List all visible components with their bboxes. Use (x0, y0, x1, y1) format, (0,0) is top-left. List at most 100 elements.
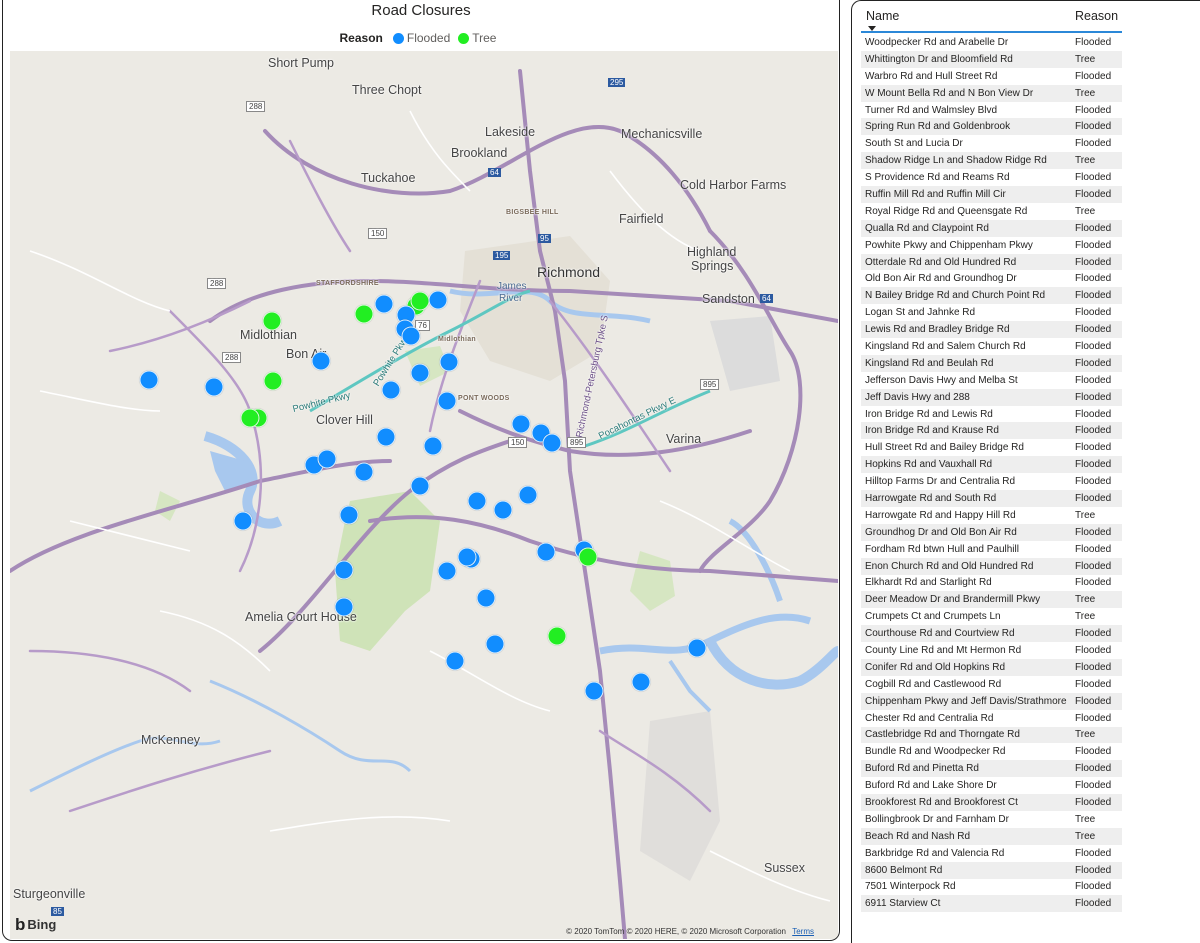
closure-marker-flooded[interactable] (584, 681, 604, 701)
table-row[interactable]: Fordham Rd btwn Hull and Paulhill Flooded (861, 540, 1122, 558)
closure-marker-flooded[interactable] (511, 414, 531, 434)
closure-marker-flooded[interactable] (428, 290, 448, 310)
terms-link[interactable]: Terms (792, 927, 814, 936)
table-row[interactable]: Powhite Pkwy and Chippenham Pkwy Flooded (861, 236, 1122, 254)
closure-marker-flooded[interactable] (485, 634, 505, 654)
closure-marker-flooded[interactable] (374, 294, 394, 314)
legend-item-tree[interactable]: Tree (458, 31, 496, 45)
closure-marker-flooded[interactable] (493, 500, 513, 520)
table-row[interactable]: Spring Run Rd and Goldenbrook Flooded (861, 118, 1122, 136)
table-row[interactable]: Kingsland Rd and Salem Church Rd Flooded (861, 338, 1122, 355)
closure-marker-tree[interactable] (263, 371, 283, 391)
table-row[interactable]: Qualla Rd and Claypoint Rd Flooded (861, 219, 1122, 237)
table-row[interactable]: Woodpecker Rd and Arabelle Dr Flooded (861, 34, 1122, 51)
cell-name: Chester Rd and Centralia Rd (865, 712, 994, 724)
table-row[interactable]: Deer Meadow Dr and Brandermill Pkwy Tree (861, 591, 1122, 609)
closure-marker-tree[interactable] (262, 311, 282, 331)
table-row[interactable]: Kingsland Rd and Beulah Rd Flooded (861, 354, 1122, 372)
table-row[interactable]: Jeff Davis Hwy and 288 Flooded (861, 388, 1122, 406)
table-row[interactable]: Cogbill Rd and Castlewood Rd Flooded (861, 675, 1122, 693)
table-row[interactable]: N Bailey Bridge Rd and Church Point Rd Fl… (861, 287, 1122, 305)
closure-marker-flooded[interactable] (542, 433, 562, 453)
column-header-name[interactable]: Name (866, 9, 899, 23)
closure-marker-tree[interactable] (578, 547, 598, 567)
closure-marker-tree[interactable] (410, 291, 430, 311)
table-row[interactable]: Old Bon Air Rd and Groundhog Dr Flooded (861, 270, 1122, 288)
table-row[interactable]: 6911 Starview Ct Flooded (861, 895, 1122, 913)
table-row[interactable]: Bollingbrook Dr and Farnham Dr Tree (861, 810, 1122, 828)
closure-marker-flooded[interactable] (631, 672, 651, 692)
closure-marker-flooded[interactable] (354, 462, 374, 482)
table-row[interactable]: Hull Street Rd and Bailey Bridge Rd Flood… (861, 439, 1122, 457)
table-row[interactable]: County Line Rd and Mt Hermon Rd Flooded (861, 642, 1122, 659)
closure-marker-flooded[interactable] (381, 380, 401, 400)
table-row[interactable]: South St and Lucia Dr Flooded (861, 135, 1122, 153)
table-row[interactable]: Hopkins Rd and Vauxhall Rd Flooded (861, 456, 1122, 474)
table-row[interactable]: Buford Rd and Lake Shore Dr Flooded (861, 777, 1122, 795)
table-row[interactable]: Logan St and Jahnke Rd Flooded (861, 304, 1122, 322)
closure-marker-flooded[interactable] (410, 363, 430, 383)
closure-marker-flooded[interactable] (401, 326, 421, 346)
table-row[interactable]: Ruffin Mill Rd and Ruffin Mill Cir Floode… (861, 186, 1122, 203)
legend-item-flooded[interactable]: Flooded (392, 31, 450, 45)
table-row[interactable]: Conifer Rd and Old Hopkins Rd Flooded (861, 658, 1122, 676)
closure-marker-flooded[interactable] (311, 351, 331, 371)
closure-marker-flooded[interactable] (334, 597, 354, 617)
table-row[interactable]: Castlebridge Rd and Thorngate Rd Tree (861, 726, 1122, 744)
table-row[interactable]: Otterdale Rd and Old Hundred Rd Flooded (861, 253, 1122, 271)
table-row[interactable]: Harrowgate Rd and Happy Hill Rd Tree (861, 506, 1122, 524)
closure-marker-flooded[interactable] (518, 485, 538, 505)
table-row[interactable]: Royal Ridge Rd and Queensgate Rd Tree (861, 202, 1122, 220)
table-row[interactable]: W Mount Bella Rd and N Bon View Dr Tree (861, 84, 1122, 102)
closure-marker-flooded[interactable] (317, 449, 337, 469)
closure-marker-tree[interactable] (354, 304, 374, 324)
closure-marker-flooded[interactable] (687, 638, 707, 658)
closure-marker-flooded[interactable] (467, 491, 487, 511)
closure-marker-tree[interactable] (547, 626, 567, 646)
table-row[interactable]: Iron Bridge Rd and Krause Rd Flooded (861, 422, 1122, 440)
closure-marker-flooded[interactable] (437, 561, 457, 581)
table-row[interactable]: Beach Rd and Nash Rd Tree (861, 827, 1122, 845)
table-row[interactable]: S Providence Rd and Reams Rd Flooded (861, 169, 1122, 187)
table-row[interactable]: Shadow Ridge Ln and Shadow Ridge Rd Tree (861, 152, 1122, 170)
table-row[interactable]: Chester Rd and Centralia Rd Flooded (861, 709, 1122, 727)
table-row[interactable]: 8600 Belmont Rd Flooded (861, 861, 1122, 879)
table-row[interactable]: Buford Rd and Pinetta Rd Flooded (861, 760, 1122, 778)
table-row[interactable]: Brookforest Rd and Brookforest Ct Flooded (861, 794, 1122, 811)
table-row[interactable]: Lewis Rd and Bradley Bridge Rd Flooded (861, 321, 1122, 339)
closure-marker-flooded[interactable] (445, 651, 465, 671)
table-row[interactable]: Enon Church Rd and Old Hundred Rd Flooded (861, 557, 1122, 575)
table-row[interactable]: 7501 Winterpock Rd Flooded (861, 878, 1122, 896)
table-row[interactable]: Whittington Dr and Bloomfield Rd Tree (861, 50, 1122, 68)
closure-marker-flooded[interactable] (476, 588, 496, 608)
closure-marker-flooded[interactable] (536, 542, 556, 562)
table-row[interactable]: Barkbridge Rd and Valencia Rd Flooded (861, 844, 1122, 862)
closure-marker-flooded[interactable] (410, 476, 430, 496)
table-row[interactable]: Courthouse Rd and Courtview Rd Flooded (861, 625, 1122, 643)
table-row[interactable]: Elkhardt Rd and Starlight Rd Flooded (861, 574, 1122, 592)
closure-marker-flooded[interactable] (437, 391, 457, 411)
table-row[interactable]: Iron Bridge Rd and Lewis Rd Flooded (861, 405, 1122, 423)
closure-marker-flooded[interactable] (204, 377, 224, 397)
table-row[interactable]: Crumpets Ct and Crumpets Ln Tree (861, 608, 1122, 626)
table-row[interactable]: Groundhog Dr and Old Bon Air Rd Flooded (861, 523, 1122, 541)
table-row[interactable]: Bundle Rd and Woodpecker Rd Flooded (861, 743, 1122, 761)
closure-marker-flooded[interactable] (233, 511, 253, 531)
closure-marker-flooded[interactable] (423, 436, 443, 456)
table-row[interactable]: Hilltop Farms Dr and Centralia Rd Flooded (861, 473, 1122, 491)
closure-marker-flooded[interactable] (457, 547, 477, 567)
table-row[interactable]: Jefferson Davis Hwy and Melba St Flooded (861, 371, 1122, 389)
table-row[interactable]: Warbro Rd and Hull Street Rd Flooded (861, 67, 1122, 85)
closure-marker-tree[interactable] (240, 408, 260, 428)
closure-marker-flooded[interactable] (376, 427, 396, 447)
sort-descending-icon[interactable] (868, 26, 876, 31)
column-header-reason[interactable]: Reason (1075, 9, 1118, 23)
map-canvas[interactable]: Short Pump Three Chopt Lakeside Brooklan… (10, 51, 838, 939)
closure-marker-flooded[interactable] (339, 505, 359, 525)
closure-marker-flooded[interactable] (334, 560, 354, 580)
table-row[interactable]: Turner Rd and Walmsley Blvd Flooded (861, 101, 1122, 119)
table-row[interactable]: Chippenham Pkwy and Jeff Davis/Strathmor… (861, 692, 1122, 710)
closure-marker-flooded[interactable] (439, 352, 459, 372)
closure-marker-flooded[interactable] (139, 370, 159, 390)
table-row[interactable]: Harrowgate Rd and South Rd Flooded (861, 490, 1122, 507)
